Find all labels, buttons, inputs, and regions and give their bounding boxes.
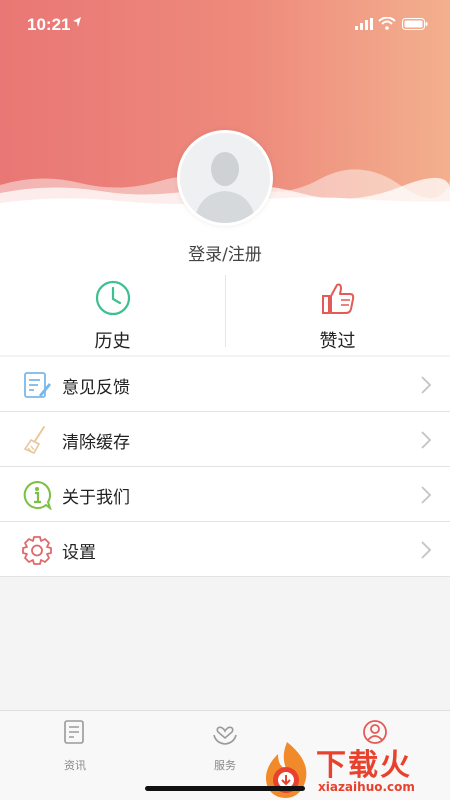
menu-item-about-us[interactable]: 关于我们 bbox=[0, 467, 450, 522]
avatar[interactable] bbox=[177, 130, 273, 226]
broom-icon bbox=[23, 426, 45, 455]
tab-label: 资讯 bbox=[64, 759, 86, 772]
login-register-link[interactable]: 登录/注册 bbox=[0, 240, 450, 265]
clock-icon bbox=[95, 280, 131, 316]
home-indicator[interactable] bbox=[145, 786, 305, 791]
menu-label: 设置 bbox=[62, 543, 96, 563]
menu-label: 关于我们 bbox=[62, 488, 130, 508]
flame-logo-icon bbox=[266, 742, 307, 798]
signal-icon bbox=[355, 18, 373, 30]
menu-item-clear-cache[interactable]: 清除缓存 bbox=[0, 412, 450, 467]
liked-button[interactable]: 赞过 bbox=[225, 267, 450, 355]
menu-item-settings[interactable]: 设置 bbox=[0, 522, 450, 577]
news-icon bbox=[64, 720, 84, 744]
watermark: 下载火 xiazaihuo.com bbox=[262, 740, 450, 800]
settings-menu: 意见反馈 清除缓存 关于我们 设置 bbox=[0, 357, 450, 577]
chevron-right-icon bbox=[421, 376, 432, 394]
info-icon bbox=[23, 480, 52, 510]
liked-label: 赞过 bbox=[319, 331, 356, 352]
history-label: 历史 bbox=[94, 331, 131, 352]
chevron-right-icon bbox=[421, 486, 432, 504]
status-time: 10:21 bbox=[27, 15, 71, 34]
gear-icon bbox=[22, 536, 52, 565]
status-bar: 10:21 bbox=[0, 0, 450, 50]
history-button[interactable]: 历史 bbox=[0, 267, 225, 355]
menu-label: 意见反馈 bbox=[62, 378, 130, 398]
tab-news[interactable]: 资讯 bbox=[0, 719, 150, 779]
heart-hands-icon bbox=[213, 726, 237, 745]
chevron-right-icon bbox=[421, 541, 432, 559]
chevron-right-icon bbox=[421, 431, 432, 449]
watermark-brand: 下载火 bbox=[316, 748, 412, 783]
quick-actions: 历史 赞过 bbox=[0, 267, 450, 355]
menu-label: 清除缓存 bbox=[62, 433, 130, 453]
location-arrow-icon bbox=[73, 17, 81, 27]
menu-item-feedback[interactable]: 意见反馈 bbox=[0, 357, 450, 412]
wifi-icon bbox=[378, 17, 396, 30]
feedback-icon bbox=[24, 372, 51, 398]
battery-icon bbox=[402, 18, 428, 30]
default-avatar-icon bbox=[180, 133, 270, 223]
thumbs-up-icon bbox=[322, 283, 355, 314]
watermark-url: xiazaihuo.com bbox=[318, 780, 415, 794]
